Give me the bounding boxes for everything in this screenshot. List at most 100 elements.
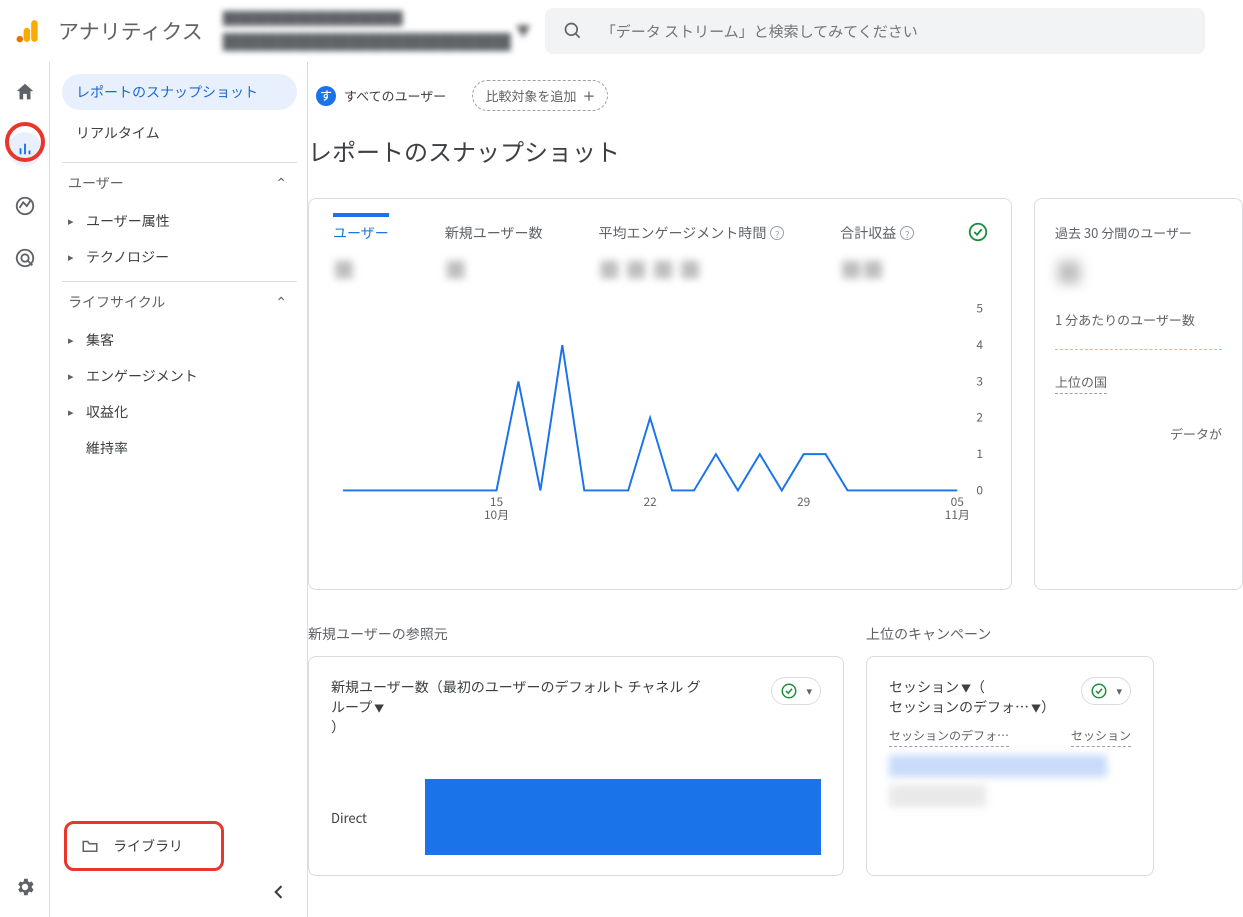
- chevron-down-icon: ▼: [516, 21, 531, 42]
- realtime-past30-label: 過去 30 分間のユーザー: [1055, 223, 1222, 242]
- metric-new-users[interactable]: 新規ユーザー数 ■: [445, 223, 543, 285]
- metric-total-revenue[interactable]: 合計収益? ■■: [840, 223, 914, 285]
- page-title: レポートのスナップショット: [308, 133, 1243, 168]
- svg-text:10月: 10月: [484, 506, 509, 523]
- sidebar-item-monetization[interactable]: ▸収益化: [62, 394, 297, 430]
- sidebar-item-acquisition[interactable]: ▸ 集客: [62, 322, 297, 358]
- chip-badge: す: [316, 86, 336, 106]
- paren-close: ）: [1041, 697, 1055, 717]
- chip-all-users[interactable]: す すべてのユーザー: [308, 81, 458, 111]
- sidebar-item-label: ユーザー属性: [86, 211, 170, 231]
- referrers-header-close: ）: [331, 717, 345, 737]
- metric-avg-engagement[interactable]: 平均エンゲージメント時間? ■ ■ ■ ■: [598, 223, 784, 285]
- bar-value: [425, 779, 821, 855]
- property-line1: ████████████: [223, 8, 511, 29]
- plus-icon: ＋: [582, 86, 595, 105]
- metric-value: ■: [333, 253, 389, 285]
- library-label: ライブラリ: [113, 836, 183, 856]
- campaigns-header[interactable]: セッション▼（ セッションのデフォ…▼）: [889, 677, 1055, 717]
- metric-value: ■: [445, 253, 543, 285]
- campaign-table: セッションのデフォ… セッション: [889, 727, 1131, 807]
- paren-open: （: [971, 677, 985, 697]
- referrers-header[interactable]: 新規ユーザー数（最初のユーザーのデフォルト チャネル グループ▼ ）: [331, 677, 711, 737]
- folder-icon: [81, 837, 99, 855]
- check-circle-icon: [1090, 682, 1108, 700]
- chevron-up-icon: ⌃: [275, 173, 287, 193]
- chevron-down-icon: ▾: [806, 683, 812, 699]
- sidebar-section-user[interactable]: ユーザー ⌃: [62, 162, 297, 203]
- search-input[interactable]: [601, 21, 1187, 42]
- metric-value: ■ ■ ■ ■: [598, 253, 784, 285]
- campaigns-section-title: 上位のキャンペーン: [866, 624, 1154, 644]
- svg-text:5: 5: [976, 303, 983, 316]
- metric-label: 合計収益?: [840, 223, 914, 249]
- advertising-icon[interactable]: [13, 246, 37, 270]
- property-selector[interactable]: ████████████ ████████████████ ▼: [223, 4, 535, 59]
- th-right: セッション: [1071, 727, 1131, 747]
- analytics-logo-icon: [16, 18, 42, 44]
- realtime-card: 過去 30 分間のユーザー ■ 1 分あたりのユーザー数 上位の国 データが: [1034, 198, 1243, 590]
- sidebar-item-label: 集客: [86, 330, 114, 350]
- table-row[interactable]: [889, 755, 1131, 777]
- svg-text:22: 22: [643, 493, 656, 510]
- svg-text:4: 4: [976, 336, 983, 353]
- metric-users[interactable]: ユーザー ■: [333, 223, 389, 285]
- gear-icon[interactable]: [13, 875, 37, 899]
- chevron-down-icon: ▾: [1116, 683, 1122, 699]
- collapse-sidebar-button[interactable]: [269, 882, 289, 907]
- svg-text:0: 0: [976, 482, 983, 499]
- chevron-down-icon: ▼: [961, 680, 971, 695]
- reports-icon[interactable]: [8, 132, 42, 166]
- sidebar-item-engagement[interactable]: ▸エンゲージメント: [62, 358, 297, 394]
- caret-right-icon: ▸: [68, 332, 76, 348]
- data-quality-dropdown[interactable]: ▾: [1081, 677, 1131, 705]
- help-icon[interactable]: ?: [770, 226, 784, 240]
- campaigns-header-text: セッション: [889, 677, 959, 697]
- metric-value: ■■: [840, 253, 914, 285]
- sidebar-section-lifecycle[interactable]: ライフサイクル ⌃: [62, 281, 297, 322]
- sidebar-item-technology[interactable]: ▸テクノロジー: [62, 239, 297, 275]
- main-content: す すべてのユーザー 比較対象を追加 ＋ レポートのスナップショット ユーザー …: [308, 62, 1243, 917]
- referrers-card: 新規ユーザー数（最初のユーザーのデフォルト チャネル グループ▼ ） ▾ Dir…: [308, 656, 844, 876]
- metric-label: ユーザー: [333, 213, 389, 249]
- data-quality-dropdown[interactable]: ▾: [771, 677, 821, 705]
- caret-right-icon: ▸: [68, 213, 76, 229]
- check-circle-icon: [780, 682, 798, 700]
- referrers-header-text: 新規ユーザー数（最初のユーザーのデフォルト チャネル グループ: [331, 677, 701, 717]
- nav-rail: [0, 62, 50, 917]
- bar-category-label: Direct: [331, 808, 425, 827]
- svg-text:3: 3: [976, 372, 983, 389]
- caret-right-icon: ▸: [68, 249, 76, 265]
- sidebar-item-realtime[interactable]: リアルタイム: [62, 115, 297, 151]
- table-row[interactable]: [889, 785, 1131, 807]
- library-button[interactable]: ライブラリ: [64, 821, 224, 871]
- help-icon[interactable]: ?: [900, 226, 914, 240]
- chevron-up-icon: ⌃: [275, 292, 287, 312]
- campaigns-header-text2: セッションのデフォ…: [889, 697, 1029, 717]
- sidebar-item-user-attributes[interactable]: ▸ ユーザー属性: [62, 203, 297, 239]
- users-line-chart: 0123451510月22290511月: [333, 303, 987, 523]
- chevron-left-icon: [269, 882, 289, 902]
- campaigns-card: セッション▼（ セッションのデフォ…▼） ▾ セッションのデフォ… セッション: [866, 656, 1154, 876]
- svg-text:1: 1: [976, 445, 983, 462]
- search-field[interactable]: [545, 8, 1205, 54]
- home-icon[interactable]: [13, 80, 37, 104]
- sidebar-item-label: 収益化: [86, 402, 128, 422]
- sidebar-section-user-label: ユーザー: [68, 173, 124, 193]
- realtime-value: ■: [1055, 252, 1222, 292]
- sidebar-item-snapshot[interactable]: レポートのスナップショット: [62, 74, 297, 110]
- referrers-section-title: 新規ユーザーの参照元: [308, 624, 844, 644]
- svg-text:11月: 11月: [945, 506, 970, 523]
- chip-add-comparison[interactable]: 比較対象を追加 ＋: [472, 80, 608, 111]
- realtime-countries-label: 上位の国: [1055, 372, 1107, 394]
- chip-label: 比較対象を追加: [485, 86, 576, 105]
- sidebar-item-label: 維持率: [86, 438, 128, 458]
- explore-icon[interactable]: [13, 194, 37, 218]
- data-quality-status[interactable]: [967, 221, 989, 248]
- metric-label: 新規ユーザー数: [445, 223, 543, 249]
- property-line2: ████████████████: [223, 29, 511, 55]
- metric-label: 平均エンゲージメント時間?: [598, 223, 784, 249]
- sidebar-item-retention[interactable]: ▸維持率: [62, 430, 297, 466]
- caret-right-icon: ▸: [68, 368, 76, 384]
- svg-text:2: 2: [976, 409, 983, 426]
